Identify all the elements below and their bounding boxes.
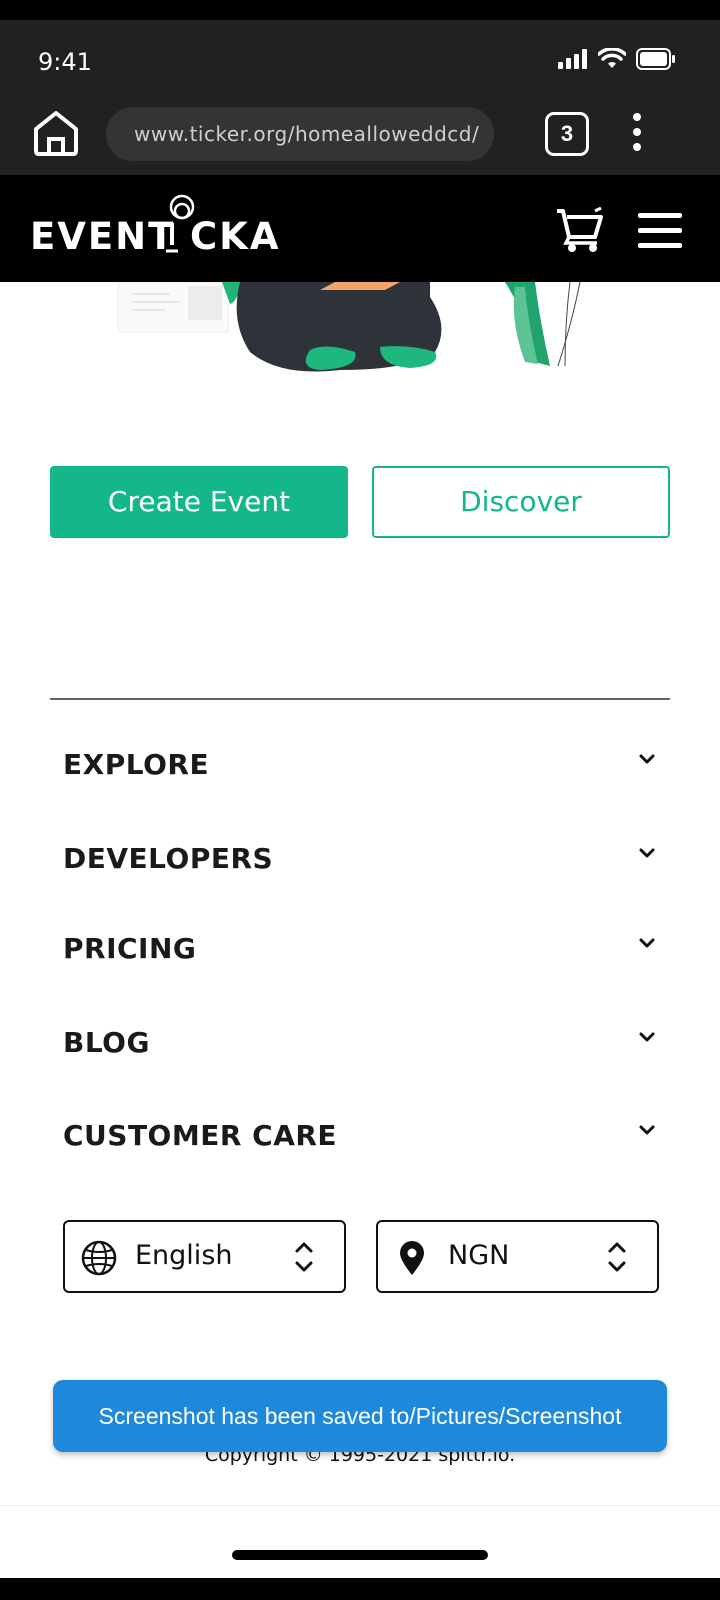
home-icon[interactable]: [30, 107, 82, 159]
footer-item-label: DEVELOPERS: [63, 842, 274, 875]
page-content: Create Event Discover EXPLORE DEVELOPERS…: [0, 282, 720, 1570]
status-icons: [558, 48, 676, 70]
chevron-down-icon: [639, 848, 655, 858]
signal-icon: [558, 49, 587, 69]
footer-item-explore[interactable]: EXPLORE: [50, 734, 670, 794]
globe-icon: [81, 1240, 117, 1276]
footer-item-developers[interactable]: DEVELOPERS: [50, 828, 670, 888]
browser-toolbar: www.ticker.org/homealloweddcd/ 3: [0, 100, 720, 175]
chevron-down-icon: [639, 1032, 655, 1042]
footer-item-label: EXPLORE: [63, 748, 210, 781]
chevron-down-icon: [639, 754, 655, 764]
address-bar[interactable]: www.ticker.org/homealloweddcd/: [106, 107, 494, 161]
hero-illustration: [117, 282, 581, 372]
cart-icon[interactable]: [555, 207, 605, 253]
footer-item-label: CUSTOMER CARE: [63, 1119, 338, 1152]
discover-button[interactable]: Discover: [372, 466, 670, 538]
status-bar: 9:41: [0, 20, 720, 100]
system-nav-area: [0, 1505, 720, 1578]
select-arrows-icon: [608, 1242, 626, 1272]
create-event-button[interactable]: Create Event: [50, 466, 348, 538]
language-select[interactable]: English: [63, 1220, 346, 1293]
chevron-down-icon: [639, 938, 655, 948]
hamburger-menu-icon[interactable]: [638, 213, 682, 249]
screenshot-toast: Screenshot has been saved to/Pictures/Sc…: [53, 1380, 667, 1452]
home-indicator[interactable]: [232, 1550, 488, 1560]
chevron-down-icon: [639, 1125, 655, 1135]
site-logo[interactable]: EVENT CKA: [30, 193, 290, 263]
currency-select[interactable]: NGN: [376, 1220, 659, 1293]
footer-item-customer-care[interactable]: CUSTOMER CARE: [50, 1105, 670, 1165]
select-arrows-icon: [295, 1242, 313, 1272]
location-pin-icon: [400, 1241, 424, 1275]
wifi-icon: [598, 48, 626, 68]
site-header: EVENT CKA: [0, 175, 720, 282]
language-value: English: [135, 1240, 233, 1271]
svg-text:CKA: CKA: [190, 215, 280, 258]
status-time: 9:41: [38, 48, 92, 76]
currency-value: NGN: [448, 1240, 510, 1271]
more-options-icon[interactable]: [630, 112, 644, 156]
footer-item-pricing[interactable]: PRICING: [50, 918, 670, 978]
footer-item-blog[interactable]: BLOG: [50, 1012, 670, 1072]
footer-item-label: PRICING: [63, 932, 197, 965]
footer-item-label: BLOG: [63, 1026, 150, 1059]
svg-text:EVENT: EVENT: [30, 215, 175, 258]
footer-divider: [50, 698, 670, 700]
battery-icon: [636, 48, 675, 70]
tab-switcher-button[interactable]: 3: [545, 112, 589, 156]
